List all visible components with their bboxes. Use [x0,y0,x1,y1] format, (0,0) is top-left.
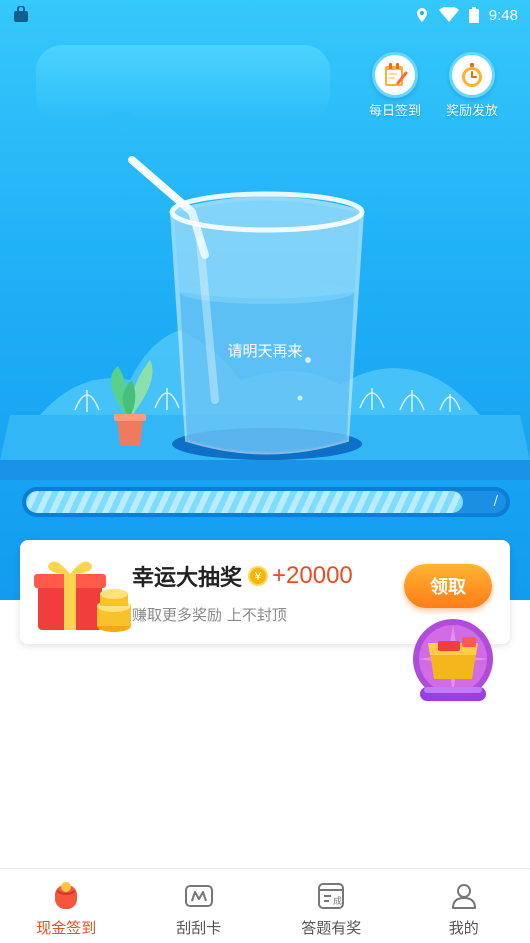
tab-scratch-card[interactable]: 刮刮卡 [133,869,266,943]
progress-track: / [26,491,506,513]
lottery-amount: +20000 [272,562,353,589]
screen: 9:48 每日签到 奖励发放 请明天再来 / 幸运大抽奖 ¥ +20000 赚取… [0,0,530,943]
tab-mine[interactable]: 我的 [398,869,530,943]
claim-button[interactable]: 领取 [404,564,492,608]
lottery-title: 幸运大抽奖 [132,566,243,591]
red-envelope-icon [49,879,83,913]
user-icon [447,879,481,913]
scratch-card-icon [182,879,216,913]
status-time: 9:48 [488,6,518,24]
tab-cash-checkin[interactable]: 现金签到 [0,869,133,943]
progress-fill [26,491,463,513]
status-bar: 9:48 [0,0,530,30]
daily-checkin-label: 每日签到 [368,104,421,119]
reward-release-button[interactable]: 奖励发放 [437,52,507,119]
speech-bubble [36,45,330,121]
stopwatch-icon [449,52,495,98]
tab-quiz[interactable]: 成 答题有奖 [265,869,398,943]
reward-release-label: 奖励发放 [445,104,498,119]
daily-checkin-button[interactable]: 每日签到 [360,52,430,119]
location-icon [416,8,427,22]
glass-scene [0,156,530,480]
lottery-title-row: 幸运大抽奖 ¥ +20000 [132,560,353,592]
tab-label: 现金签到 [36,919,97,937]
progress-end-label: / [493,494,498,509]
speech-bubble-tail [110,112,132,135]
lottery-subtitle: 赚取更多奖励 上不封顶 [132,606,287,624]
quiz-icon: 成 [314,879,348,913]
coin-icon: ¥ [248,566,269,586]
gift-box-icon [34,561,131,632]
treasure-chest-icon[interactable] [410,615,496,705]
bag-icon [14,6,28,22]
checkin-calendar-icon [372,52,418,98]
wifi-icon [438,7,459,22]
bottom-tab-bar: 现金签到 刮刮卡 成 答题有奖 我的 [0,868,530,943]
table-front [0,460,530,480]
water-progress-bar: / [22,487,510,517]
svg-text:成: 成 [333,895,342,907]
glass-message: 请明天再来 [227,342,303,360]
battery-icon [468,7,479,23]
tab-label: 刮刮卡 [176,919,222,937]
tab-label: 我的 [448,919,479,937]
tab-label: 答题有奖 [301,919,362,937]
